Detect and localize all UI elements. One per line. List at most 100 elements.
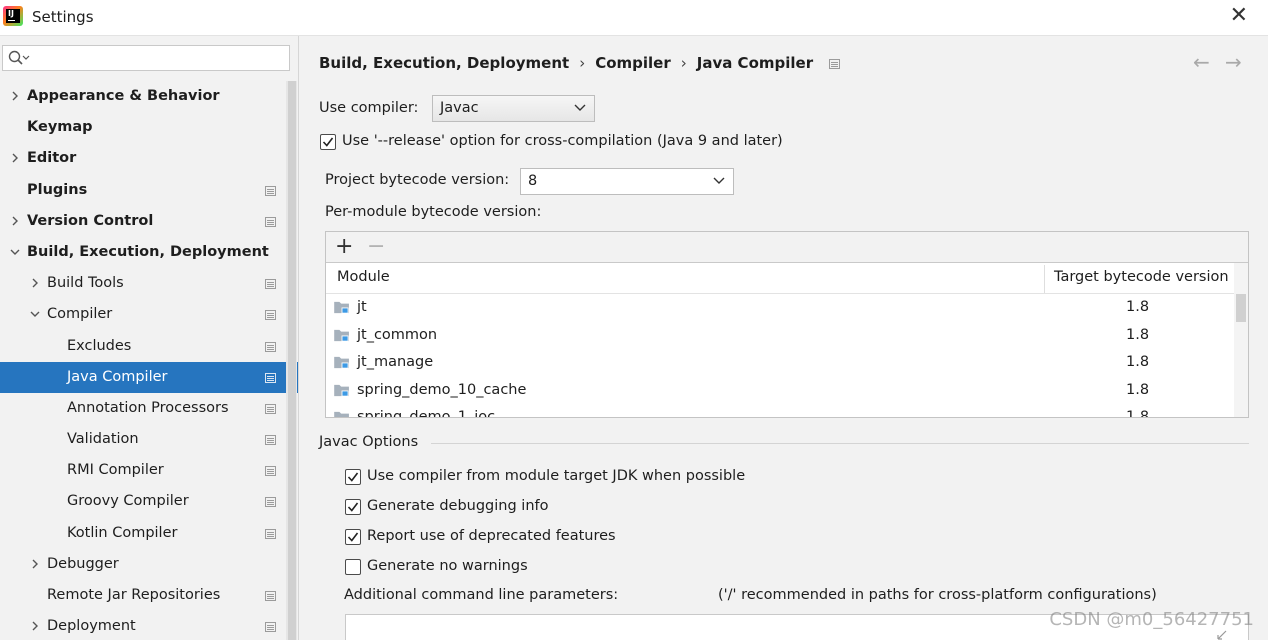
module-folder-icon <box>334 384 349 397</box>
chevron-right-icon[interactable] <box>10 153 20 163</box>
table-toolbar: + − <box>326 232 1248 263</box>
table-row[interactable]: jt_manage 1.8 <box>326 350 1234 378</box>
module-target-version[interactable]: 1.8 <box>1126 327 1149 343</box>
sidebar-item-editor[interactable]: Editor <box>0 143 298 174</box>
release-option-label[interactable]: Use '--release' option for cross-compila… <box>342 133 783 149</box>
sidebar-item-rmi-compiler[interactable]: RMI Compiler <box>0 455 298 486</box>
javac-option-label[interactable]: Use compiler from module target JDK when… <box>367 468 745 484</box>
breadcrumb-item-compiler[interactable]: Compiler <box>595 54 671 72</box>
sidebar-item-label: Java Compiler <box>67 368 168 385</box>
close-icon[interactable]: ✕ <box>1230 5 1248 27</box>
module-target-version[interactable]: 1.8 <box>1126 409 1149 417</box>
javac-option-label[interactable]: Report use of deprecated features <box>367 528 616 544</box>
project-bytecode-select[interactable]: 8 <box>520 168 734 195</box>
sidebar-item-debugger[interactable]: Debugger <box>0 549 298 580</box>
javac-option-checkbox[interactable] <box>345 499 361 515</box>
breadcrumb: Build, Execution, Deployment › Compiler › Ja… <box>319 54 841 72</box>
sidebar-item-validation[interactable]: Validation <box>0 424 298 455</box>
chevron-down-icon[interactable] <box>10 247 20 257</box>
forward-arrow-icon[interactable]: → <box>1225 50 1242 74</box>
sidebar-item-java-compiler[interactable]: Java Compiler <box>0 361 298 393</box>
breadcrumb-item-build[interactable]: Build, Execution, Deployment <box>319 54 569 72</box>
module-folder-icon <box>334 301 349 314</box>
column-separator[interactable] <box>1044 265 1045 293</box>
chevron-down-icon <box>574 104 586 111</box>
sidebar-item-compiler[interactable]: Compiler <box>0 299 298 330</box>
table-row[interactable]: spring_demo_1_ioc 1.8 <box>326 405 1234 417</box>
javac-option-checkbox[interactable] <box>345 529 361 545</box>
checkmark-icon <box>347 472 359 482</box>
search-icon <box>8 50 30 65</box>
table-row[interactable]: jt 1.8 <box>326 295 1234 323</box>
project-scope-icon <box>265 591 276 601</box>
column-header-target-version[interactable]: Target bytecode version <box>1054 269 1229 285</box>
compiler-select[interactable]: Javac <box>432 95 595 122</box>
sidebar-item-label: Build Tools <box>47 275 124 292</box>
module-name: spring_demo_10_cache <box>357 381 527 398</box>
sidebar-item-keymap[interactable]: Keymap <box>0 112 298 143</box>
expand-icon[interactable] <box>1216 629 1228 640</box>
settings-sidebar: Appearance & Behavior Keymap Editor Plugins… <box>0 36 298 640</box>
sidebar-item-appearance-behavior[interactable]: Appearance & Behavior <box>0 81 298 112</box>
remove-module-button[interactable]: − <box>367 235 385 259</box>
sidebar-item-excludes[interactable]: Excludes <box>0 331 298 362</box>
project-scope-icon <box>265 497 276 508</box>
sidebar-item-deployment[interactable]: Deployment <box>0 611 298 640</box>
breadcrumb-item-java-compiler: Java Compiler <box>696 54 814 72</box>
add-module-button[interactable]: + <box>335 235 353 259</box>
search-input[interactable] <box>2 45 290 71</box>
sidebar-item-version-control[interactable]: Version Control <box>0 206 298 237</box>
module-target-version[interactable]: 1.8 <box>1126 354 1149 370</box>
javac-option-label[interactable]: Generate no warnings <box>367 558 528 574</box>
module-name: spring_demo_1_ioc <box>357 409 495 417</box>
intellij-app-icon: IJ <box>3 6 23 26</box>
project-scope-icon <box>265 622 276 633</box>
sidebar-item-groovy-compiler[interactable]: Groovy Compiler <box>0 486 298 517</box>
chevron-right-icon[interactable] <box>30 278 40 288</box>
sidebar-item-annotation-processors[interactable]: Annotation Processors <box>0 393 298 424</box>
checkmark-icon <box>322 137 334 147</box>
project-scope-icon <box>829 58 841 69</box>
sidebar-scrollbar-thumb[interactable] <box>288 81 296 640</box>
additional-params-label: Additional command line parameters: <box>344 587 619 603</box>
table-body: jt 1.8 jt_common 1.8 jt_manage 1.8 spring_demo… <box>326 295 1234 417</box>
per-module-label: Per-module bytecode version: <box>325 204 542 220</box>
module-folder-icon <box>334 329 349 342</box>
sidebar-item-plugins[interactable]: Plugins <box>0 175 298 206</box>
sidebar-item-label: Validation <box>67 431 139 448</box>
column-header-module[interactable]: Module <box>337 269 390 285</box>
project-scope-icon <box>265 310 276 321</box>
javac-option-checkbox[interactable] <box>345 469 361 485</box>
back-arrow-icon[interactable]: ← <box>1193 50 1210 74</box>
module-target-version[interactable]: 1.8 <box>1126 299 1149 315</box>
sidebar-item-label: Appearance & Behavior <box>27 88 220 104</box>
sidebar-item-build-tools[interactable]: Build Tools <box>0 268 298 299</box>
chevron-right-icon[interactable] <box>10 216 20 226</box>
table-row[interactable]: spring_demo_10_cache 1.8 <box>326 378 1234 406</box>
table-scrollbar[interactable] <box>1234 263 1248 417</box>
sidebar-item-label: RMI Compiler <box>67 462 164 479</box>
module-target-version[interactable]: 1.8 <box>1126 382 1149 398</box>
sidebar-item-label: Debugger <box>47 555 119 572</box>
module-folder-icon <box>334 357 349 369</box>
chevron-right-icon[interactable] <box>30 621 40 631</box>
sidebar-item-label: Kotlin Compiler <box>67 524 178 541</box>
sidebar-item-build-execution-deployment[interactable]: Build, Execution, Deployment <box>0 237 298 268</box>
javac-option-label[interactable]: Generate debugging info <box>367 498 548 514</box>
table-header: Module Target bytecode version <box>326 263 1248 294</box>
sidebar-item-label: Plugins <box>27 181 88 198</box>
chevron-right-icon[interactable] <box>30 559 40 569</box>
table-scrollbar-thumb[interactable] <box>1236 294 1246 322</box>
section-divider <box>431 443 1249 444</box>
project-scope-icon <box>265 341 276 352</box>
javac-option-checkbox[interactable] <box>345 559 361 575</box>
sidebar-item-kotlin-compiler[interactable]: Kotlin Compiler <box>0 518 298 549</box>
chevron-right-icon[interactable] <box>10 91 20 101</box>
module-name: jt_manage <box>357 354 434 371</box>
release-option-checkbox[interactable] <box>320 134 336 150</box>
chevron-down-icon[interactable] <box>30 309 40 319</box>
table-row[interactable]: jt_common 1.8 <box>326 323 1234 351</box>
sidebar-item-remote-jar-repositories[interactable]: Remote Jar Repositories <box>0 580 298 611</box>
sidebar-item-label: Compiler <box>47 306 113 323</box>
project-scope-icon <box>265 372 276 383</box>
